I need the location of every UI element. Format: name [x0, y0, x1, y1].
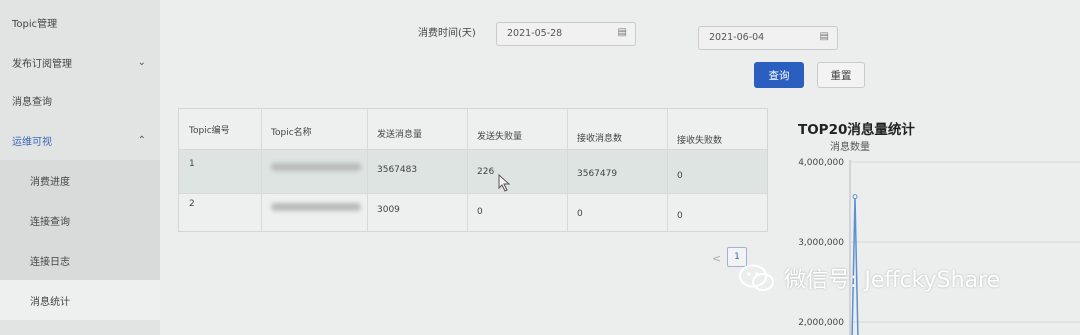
sidebar-item-connection-query[interactable]: 连接查询	[0, 200, 160, 240]
sidebar-item-label: 连接日志	[30, 256, 70, 268]
chart-data-point[interactable]	[852, 194, 858, 200]
wechat-icon	[739, 264, 774, 291]
sidebar-item-connection-log[interactable]: 连接日志	[0, 240, 160, 280]
pagination-prev[interactable]: <	[712, 252, 721, 265]
end-date-value: 2021-06-04	[709, 32, 765, 43]
cell-received: 3567479	[577, 169, 618, 179]
sidebar-item-label: 运维可视	[12, 136, 52, 148]
sidebar-item-label: Topic管理	[12, 18, 58, 30]
cell-topic-id: 1	[189, 159, 195, 169]
cell-sent: 3009	[377, 205, 400, 215]
chevron-up-icon: ⌃	[137, 134, 146, 146]
y-tick-label: 3,000,000	[798, 238, 844, 248]
mouse-cursor-icon	[498, 174, 511, 192]
message-count-chart: 4,000,000 3,000,000 2,000,000	[798, 158, 1080, 335]
start-date-value: 2021-05-28	[507, 28, 563, 39]
cell-topic-id: 2	[189, 199, 195, 209]
chart-title: TOP20消息量统计	[798, 122, 915, 138]
column-divider	[567, 109, 568, 231]
query-button[interactable]: 查询	[754, 62, 804, 88]
watermark-text: 微信号: JeffckyShare	[784, 268, 1001, 293]
sidebar-item-message-stats[interactable]: 消息统计	[0, 280, 160, 320]
cell-received: 0	[577, 209, 583, 219]
sidebar-item-message-query[interactable]: 消息查询	[0, 80, 160, 120]
sidebar-item-label: 消费进度	[30, 176, 70, 188]
sidebar-item-ops-visual[interactable]: 运维可视 ⌃	[0, 120, 160, 160]
consume-time-label: 消费时间(天)	[418, 28, 476, 39]
sidebar-item-label: 消息统计	[30, 296, 70, 308]
column-divider	[367, 109, 368, 231]
column-header-send-failed: 发送失败量	[477, 132, 523, 142]
column-header-topic-name: Topic名称	[271, 128, 312, 138]
cell-sent: 3567483	[377, 165, 418, 175]
sidebar-item-label: 发布订阅管理	[12, 58, 72, 70]
column-divider	[467, 109, 468, 231]
start-date-input[interactable]: 2021-05-28 ▤	[496, 22, 636, 46]
calendar-icon: ▤	[617, 27, 627, 38]
column-divider	[667, 109, 668, 231]
y-tick-label: 4,000,000	[798, 158, 844, 168]
wechat-watermark: 微信号: JeffckyShare	[738, 262, 1000, 294]
cell-receive-failed: 0	[677, 211, 683, 221]
column-header-received: 接收消息数	[577, 134, 623, 144]
cell-receive-failed: 0	[677, 171, 683, 181]
reset-button[interactable]: 重置	[817, 62, 865, 88]
y-tick-label: 2,000,000	[798, 318, 844, 328]
sidebar-item-pubsub-management[interactable]: 发布订阅管理 ⌄	[0, 42, 160, 82]
row-divider	[179, 149, 767, 150]
redacted-topic-name	[271, 203, 361, 211]
sidebar-item-topic-management[interactable]: Topic管理	[0, 2, 160, 42]
chevron-down-icon: ⌄	[137, 56, 146, 68]
column-header-sent: 发送消息量	[377, 130, 423, 140]
sidebar-item-label: 连接查询	[30, 216, 70, 228]
sidebar: Topic管理 发布订阅管理 ⌄ 消息查询 运维可视 ⌃ 消费进度 连接查询 连…	[0, 0, 160, 335]
column-header-receive-failed: 接收失败数	[677, 136, 723, 146]
sidebar-item-consume-progress[interactable]: 消费进度	[0, 160, 160, 200]
calendar-icon: ▤	[819, 31, 829, 42]
stats-table: Topic编号 Topic名称 发送消息量 发送失败量 接收消息数 接收失败数 …	[178, 108, 768, 232]
redacted-topic-name	[271, 163, 361, 171]
column-header-topic-id: Topic编号	[189, 126, 230, 136]
cell-send-failed: 0	[477, 207, 483, 217]
row-divider	[179, 193, 767, 194]
sidebar-item-label: 消息查询	[12, 96, 52, 108]
end-date-input[interactable]: 2021-06-04 ▤	[698, 26, 838, 50]
cell-send-failed: 226	[477, 167, 495, 177]
column-divider	[261, 109, 262, 231]
